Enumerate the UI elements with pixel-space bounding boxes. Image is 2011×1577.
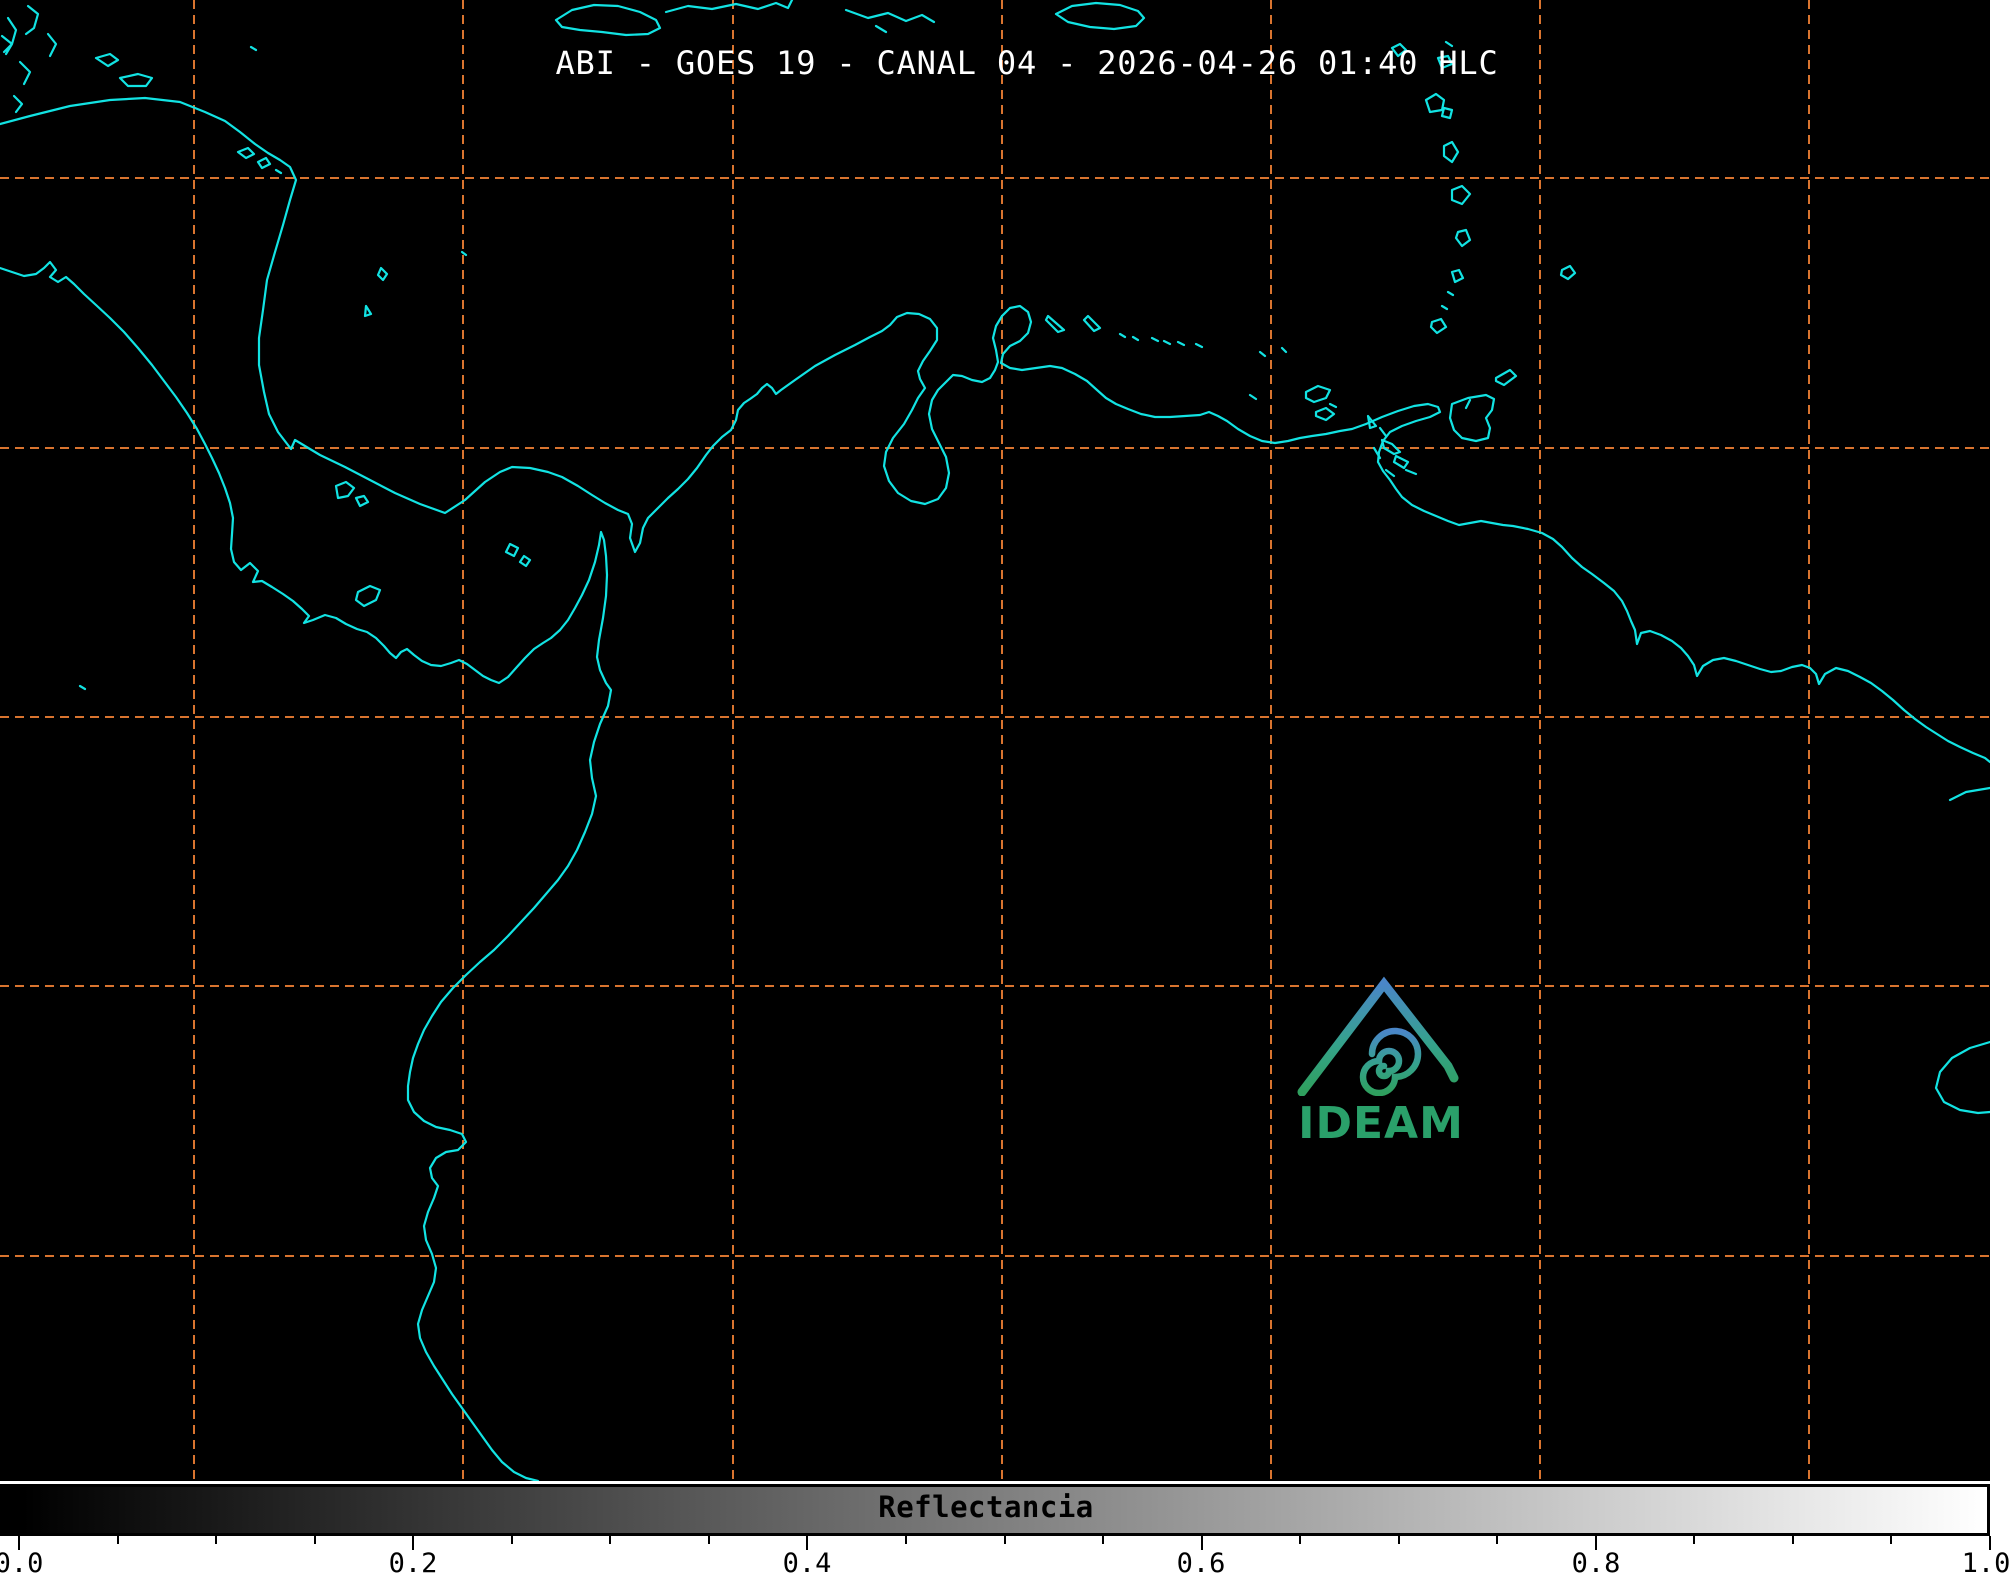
- minor-tick: [116, 1536, 119, 1544]
- satellite-image-figure: ABI - GOES 19 - CANAL 04 - 2026-04-26 01…: [0, 0, 2011, 1577]
- coastlines: [0, 0, 1990, 1481]
- minor-tick: [1693, 1536, 1696, 1544]
- minor-tick: [609, 1536, 612, 1544]
- tick-label-0.2: 0.2: [388, 1548, 438, 1577]
- minor-tick: [1299, 1536, 1302, 1544]
- latlon-gridlines: [0, 0, 1990, 1481]
- tick-label-0.0: 0.0: [0, 1548, 44, 1577]
- tick-label-0.6: 0.6: [1176, 1548, 1226, 1577]
- minor-tick: [1397, 1536, 1400, 1544]
- minor-tick: [1791, 1536, 1794, 1544]
- ideam-logo: IDEAM: [1296, 974, 1466, 1154]
- minor-tick: [1890, 1536, 1893, 1544]
- tick-label-0.8: 0.8: [1571, 1548, 1621, 1577]
- map-title: ABI - GOES 19 - CANAL 04 - 2026-04-26 01…: [555, 44, 1499, 82]
- cyclone-spiral-icon: [1359, 1027, 1422, 1097]
- tick-label-0.4: 0.4: [782, 1548, 832, 1577]
- minor-tick: [1102, 1536, 1105, 1544]
- minor-tick: [215, 1536, 218, 1544]
- minor-tick: [1003, 1536, 1006, 1544]
- colorbar-title: Reflectancia: [878, 1490, 1094, 1524]
- coastline-map: [0, 0, 1990, 1481]
- minor-tick: [313, 1536, 316, 1544]
- minor-tick: [707, 1536, 710, 1544]
- tick-label-1.0: 1.0: [1961, 1548, 2011, 1577]
- colorbar-tick-labels: 0.0 0.2 0.4 0.6 0.8 1.0: [0, 1548, 2011, 1577]
- ideam-emblem: [1297, 976, 1459, 1097]
- minor-tick: [904, 1536, 907, 1544]
- colorbar-strip: Reflectancia: [0, 1484, 1990, 1536]
- map-canvas[interactable]: ABI - GOES 19 - CANAL 04 - 2026-04-26 01…: [0, 0, 1990, 1481]
- minor-tick: [510, 1536, 513, 1544]
- ideam-logo-text: IDEAM: [1298, 1098, 1464, 1149]
- minor-tick: [1496, 1536, 1499, 1544]
